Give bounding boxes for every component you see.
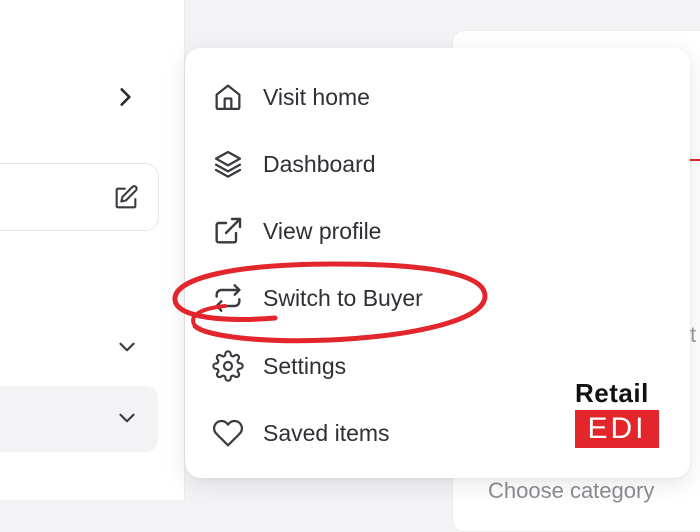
- menu-item-label: Visit home: [263, 83, 370, 110]
- chevron-right-icon[interactable]: [112, 84, 138, 110]
- chevron-down-icon[interactable]: [114, 334, 140, 360]
- menu-item-label: Dashboard: [263, 150, 376, 177]
- logo-top-text: Retail: [575, 378, 649, 408]
- menu-item-saved-items[interactable]: Saved items: [205, 409, 505, 457]
- menu-item-settings[interactable]: Settings: [205, 342, 505, 390]
- menu-item-label: Switch to Buyer: [263, 284, 423, 311]
- layers-icon: [211, 147, 245, 181]
- heart-icon: [211, 416, 245, 450]
- retail-edi-logo: Retail EDI: [575, 378, 661, 448]
- background-field-text: t: [690, 322, 697, 347]
- menu-item-label: View profile: [263, 217, 382, 244]
- menu-item-dashboard[interactable]: Dashboard: [205, 140, 505, 188]
- home-icon: [211, 80, 245, 114]
- sidebar: [0, 0, 185, 500]
- menu-item-label: Settings: [263, 352, 347, 379]
- category-select-placeholder[interactable]: Choose category: [488, 478, 654, 504]
- logo-bottom-text: EDI: [575, 410, 659, 448]
- external-link-icon: [211, 214, 245, 248]
- edit-icon[interactable]: [112, 184, 140, 212]
- menu-item-label: Saved items: [263, 419, 390, 446]
- menu-item-switch-to-buyer[interactable]: Switch to Buyer: [205, 274, 505, 322]
- gear-icon: [211, 349, 245, 383]
- chevron-down-icon[interactable]: [114, 405, 140, 431]
- menu-item-visit-home[interactable]: Visit home: [205, 73, 505, 121]
- switch-arrows-icon: [211, 281, 245, 315]
- menu-item-view-profile[interactable]: View profile: [205, 207, 505, 255]
